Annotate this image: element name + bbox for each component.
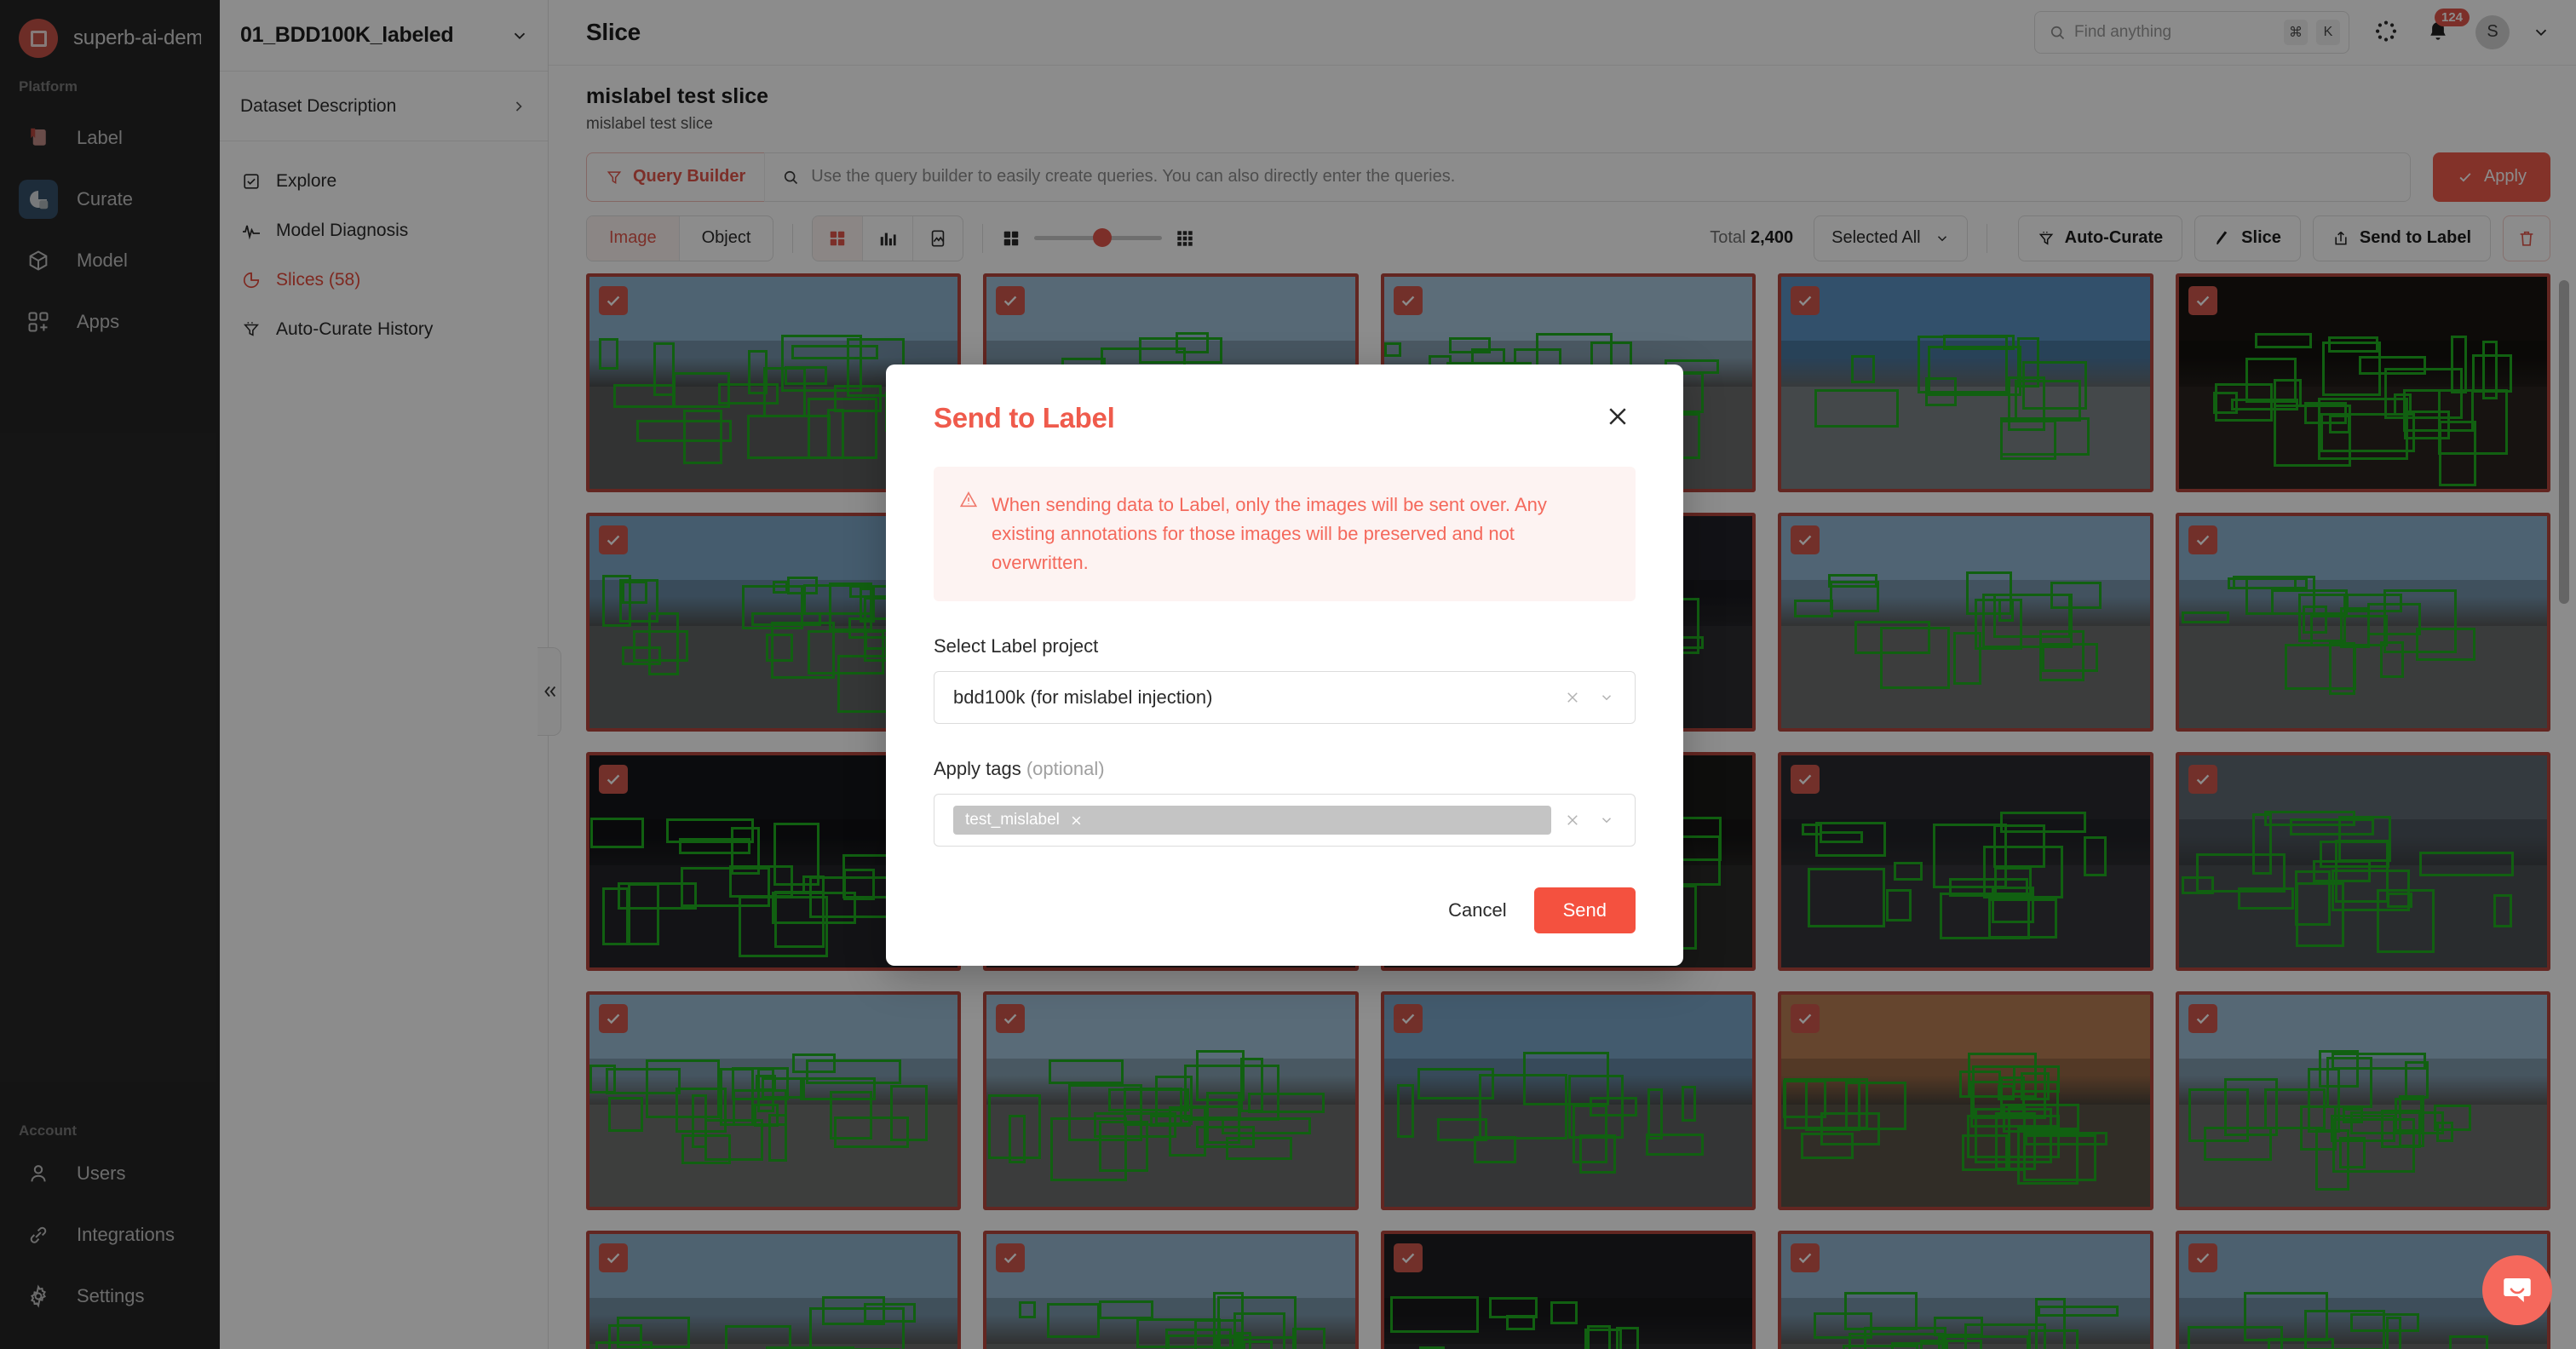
chat-button[interactable] [2482, 1255, 2552, 1325]
tags-optional-text: (optional) [1026, 758, 1105, 780]
modal-warning-text: When sending data to Label, only the ima… [992, 494, 1547, 574]
modal-warning: When sending data to Label, only the ima… [934, 467, 1636, 602]
close-icon[interactable] [1560, 812, 1585, 828]
tags-field-label: Apply tags (optional) [934, 758, 1636, 780]
modal-title: Send to Label [934, 402, 1115, 433]
modal-header: Send to Label [934, 402, 1636, 434]
project-select[interactable]: bdd100k (for mislabel injection) [934, 671, 1636, 725]
app-root: superb-ai-demo Platform Label Curate Mod… [0, 0, 2576, 1349]
chat-bubble-icon [2499, 1272, 2535, 1308]
chevron-down-icon[interactable] [1594, 690, 1619, 705]
tags-chip-container: test_mislabel [953, 806, 1551, 835]
project-select-value: bdd100k (for mislabel injection) [953, 686, 1213, 709]
tags-label-text: Apply tags [934, 758, 1021, 780]
tags-select[interactable]: test_mislabel [934, 794, 1636, 847]
tag-chip[interactable]: test_mislabel [953, 806, 1551, 835]
send-to-label-modal: Send to Label When sending data to Label… [886, 365, 1683, 967]
close-icon[interactable] [1560, 690, 1585, 705]
close-icon[interactable] [1070, 814, 1083, 827]
cancel-button[interactable]: Cancel [1443, 891, 1511, 930]
close-icon[interactable] [1600, 402, 1636, 431]
modal-actions: Cancel Send [934, 887, 1636, 934]
chevron-down-icon[interactable] [1594, 812, 1619, 828]
send-button[interactable]: Send [1533, 887, 1636, 934]
project-field-label: Select Label project [934, 635, 1099, 657]
warning-triangle-icon [959, 491, 978, 577]
tag-chip-label: test_mislabel [965, 811, 1060, 829]
